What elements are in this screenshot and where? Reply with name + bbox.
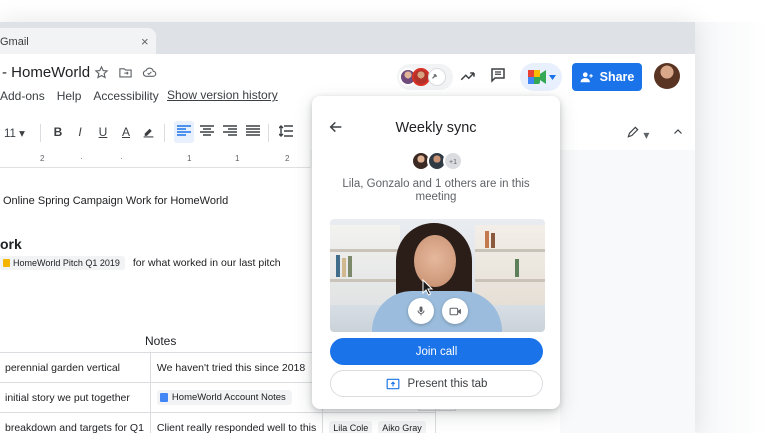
meet-button[interactable]: [520, 63, 562, 91]
doc-chip[interactable]: HomeWorld Account Notes: [156, 390, 292, 405]
browser-tab[interactable]: Gmail ×: [0, 28, 156, 54]
menu-bar: Add-ons Help Accessibility: [0, 89, 171, 103]
menu-help[interactable]: Help: [57, 89, 82, 103]
meet-popup: Weekly sync +1 Lila, Gonzalo and 1 other…: [312, 96, 560, 409]
tab-title: Gmail: [0, 36, 29, 48]
ruler-tick: 1: [187, 154, 192, 163]
align-center-icon[interactable]: [199, 125, 215, 140]
background-shelf: [475, 225, 545, 305]
background-shelf: [330, 225, 400, 305]
doc-heading: ork: [0, 236, 22, 252]
add-person-icon: [580, 72, 593, 83]
meeting-description: Lila, Gonzalo and 1 others are in this m…: [342, 178, 530, 203]
title-icons: [94, 65, 157, 80]
present-icon: [386, 378, 399, 389]
menu-addons[interactable]: Add-ons: [0, 89, 45, 103]
present-label: Present this tab: [407, 377, 488, 390]
highlight-icon[interactable]: [140, 125, 156, 141]
doc-chip-row: HomeWorld Pitch Q1 2019 for what worked …: [0, 256, 281, 270]
text-color-button[interactable]: A: [118, 125, 134, 139]
version-history-link[interactable]: Show version history: [167, 88, 278, 102]
ruler-tick: ·: [80, 154, 83, 163]
share-button[interactable]: Share: [572, 63, 642, 91]
person-body: [372, 291, 502, 332]
file-chip-label: HomeWorld Pitch Q1 2019: [13, 258, 120, 268]
collapse-toolbar-icon[interactable]: [672, 125, 684, 143]
align-justify-icon[interactable]: [245, 125, 261, 140]
table-cell[interactable]: perennial garden vertical: [0, 352, 151, 383]
doc-title[interactable]: - HomeWorld: [2, 64, 90, 81]
share-label: Share: [599, 70, 635, 84]
join-call-button[interactable]: Join call: [330, 338, 543, 365]
table-row: breakdown and targets for Q1 Client real…: [0, 412, 436, 433]
notes-header: Notes: [145, 334, 177, 348]
microphone-button[interactable]: [408, 298, 434, 324]
person-face: [414, 235, 456, 287]
person-chip[interactable]: Lila Cole: [329, 420, 373, 433]
table-cell[interactable]: Client really responded well to this: [149, 412, 324, 433]
bold-button[interactable]: B: [50, 125, 66, 139]
table-cell[interactable]: breakdown and targets for Q1: [0, 412, 151, 433]
editing-mode-icon[interactable]: ▾: [626, 125, 649, 142]
table-cell[interactable]: Lila Cole Aiko Gray: [322, 412, 436, 433]
meeting-participants: +1: [411, 151, 463, 171]
align-left-icon[interactable]: [176, 125, 192, 140]
slides-file-icon: [3, 259, 10, 267]
ruler: 2 · · 1 1 2: [0, 150, 310, 168]
activity-trend-icon[interactable]: [459, 67, 477, 85]
person-chip[interactable]: Aiko Gray: [378, 420, 426, 433]
account-avatar[interactable]: [654, 63, 680, 89]
ruler-tick: 1: [235, 154, 240, 163]
font-size-value: 11: [4, 128, 16, 140]
doc-chip-label: HomeWorld Account Notes: [171, 392, 286, 403]
doc-text: for what worked in our last pitch: [132, 257, 281, 269]
tab-close-icon[interactable]: ×: [141, 34, 149, 49]
doc-line: Online Spring Campaign Work for HomeWorl…: [3, 195, 229, 207]
ruler-tick: ·: [120, 154, 123, 163]
cloud-status-icon[interactable]: [142, 65, 157, 80]
window-shadow: [695, 22, 770, 433]
ruler-tick: 2: [285, 154, 290, 163]
comment-icon[interactable]: [489, 66, 507, 84]
docs-file-icon: [159, 393, 168, 402]
menu-accessibility[interactable]: Accessibility: [93, 89, 158, 103]
mouse-cursor-icon: [422, 278, 434, 301]
presence-avatars[interactable]: [397, 64, 453, 90]
table-cell[interactable]: HomeWorld Account Notes: [149, 382, 324, 413]
italic-button[interactable]: I: [72, 125, 88, 139]
line-spacing-icon[interactable]: [278, 125, 294, 140]
ruler-tick: 2: [40, 154, 45, 163]
underline-button[interactable]: U: [95, 125, 111, 139]
align-right-icon[interactable]: [222, 125, 238, 140]
present-tab-button[interactable]: Present this tab: [330, 370, 543, 397]
star-icon[interactable]: [94, 65, 109, 80]
toolbar-divider: [40, 124, 41, 142]
present-icon: [428, 68, 446, 86]
table-cell[interactable]: We haven't tried this since 2018: [149, 352, 324, 383]
camera-button[interactable]: [442, 298, 468, 324]
toolbar-divider: [164, 124, 165, 142]
font-size-select[interactable]: 11 ▾: [4, 126, 25, 140]
toolbar-divider: [268, 124, 269, 142]
camera-preview: [330, 219, 545, 332]
more-participants-badge: +1: [443, 151, 463, 171]
tab-strip: Gmail ×: [0, 22, 695, 54]
file-chip[interactable]: HomeWorld Pitch Q1 2019: [0, 256, 125, 270]
table-cell[interactable]: initial story we put together: [0, 382, 151, 413]
move-folder-icon[interactable]: [118, 65, 133, 80]
meeting-title: Weekly sync: [395, 120, 477, 136]
